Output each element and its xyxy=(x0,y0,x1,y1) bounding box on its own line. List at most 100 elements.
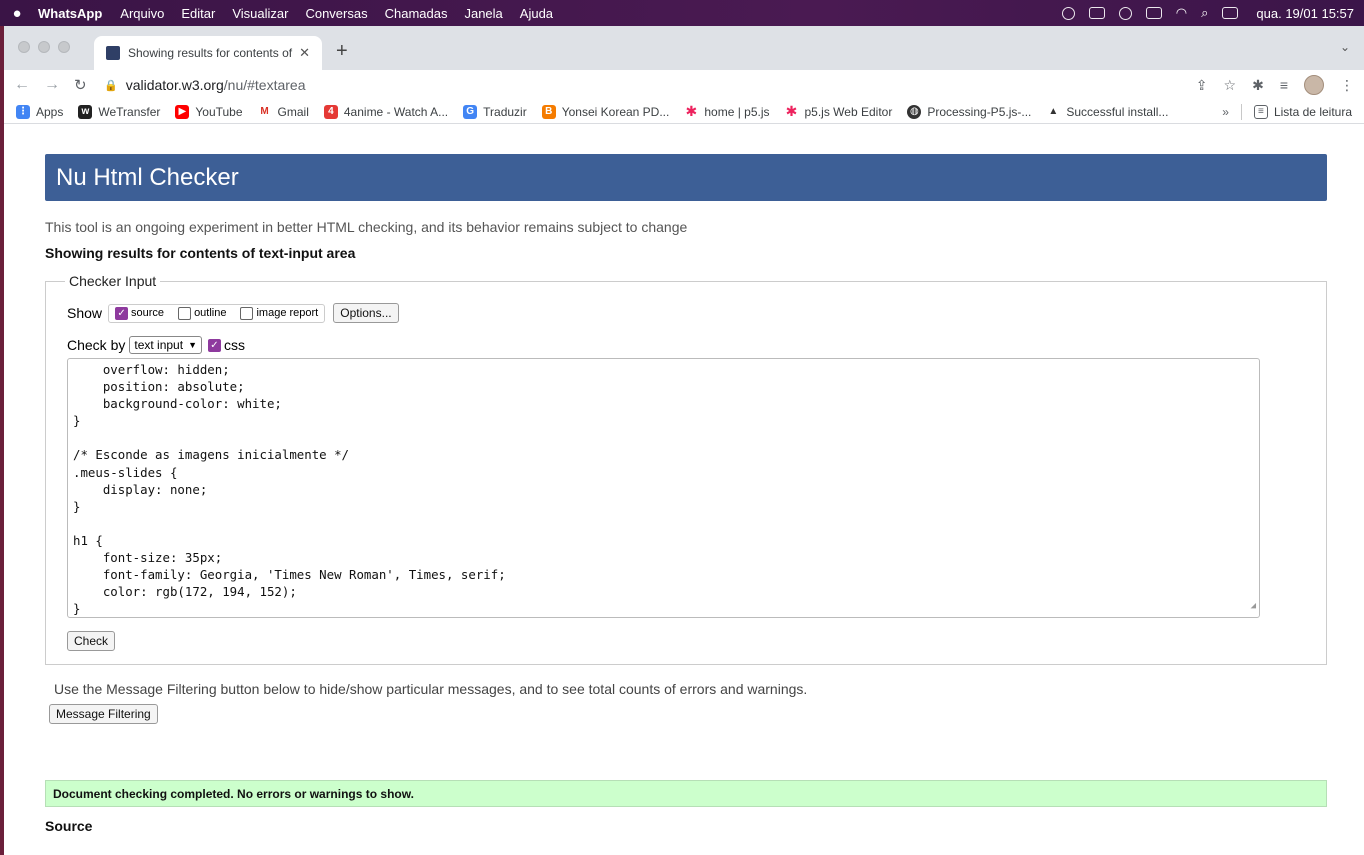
bookmarks-separator xyxy=(1240,103,1242,120)
reading-list-button[interactable]: ≡ Lista de leitura xyxy=(1253,104,1352,119)
apple-icon[interactable]: ● xyxy=(10,5,24,22)
bookmark-processing[interactable]: ◍ Processing-P5.js-... xyxy=(907,104,1032,119)
bookmark-label: YouTube xyxy=(195,104,243,119)
bookmark-label: Traduzir xyxy=(483,104,527,119)
url-host: validator.w3.org xyxy=(125,77,224,93)
wifi-icon[interactable]: ◠ xyxy=(1176,5,1187,21)
menu-editar[interactable]: Editar xyxy=(181,6,215,21)
checker-input-legend: Checker Input xyxy=(69,273,157,289)
results-heading: Showing results for contents of text-inp… xyxy=(45,245,356,261)
new-tab-icon[interactable]: + xyxy=(336,40,348,63)
check-by-label: Check by xyxy=(67,337,126,353)
status-app-icon[interactable] xyxy=(1061,6,1075,20)
page-title: Nu Html Checker xyxy=(45,154,1327,201)
menubar-clock[interactable]: qua. 19/01 15:57 xyxy=(1256,6,1354,21)
tab-strip: Showing results for contents of ✕ + ⌄ xyxy=(4,26,1364,70)
bookmark-label: p5.js Web Editor xyxy=(804,104,893,119)
bookmark-p5js-home[interactable]: ✱ home | p5.js xyxy=(684,103,770,119)
bookmark-traduzir[interactable]: G Traduzir xyxy=(463,104,527,119)
search-icon[interactable]: ⌕ xyxy=(1201,5,1208,21)
bookmark-yonsei[interactable]: B Yonsei Korean PD... xyxy=(541,104,670,119)
reading-mode-icon[interactable]: ≡ xyxy=(1280,77,1288,93)
bookmark-star-icon[interactable]: ☆ xyxy=(1224,77,1237,94)
code-textarea[interactable]: overflow: hidden; position: absolute; ba… xyxy=(67,358,1260,618)
checkbox-label: image report xyxy=(256,307,319,319)
arrow-logo-icon: ▲ xyxy=(1046,104,1061,119)
bookmarks-right: » ≡ Lista de leitura xyxy=(1222,103,1352,120)
reading-list-icon: ≡ xyxy=(1253,104,1268,119)
message-filtering-button[interactable]: Message Filtering xyxy=(49,704,158,724)
menu-visualizar[interactable]: Visualizar xyxy=(232,6,288,21)
menu-chamadas[interactable]: Chamadas xyxy=(385,6,448,21)
menu-ajuda[interactable]: Ajuda xyxy=(520,6,553,21)
menu-kebab-icon[interactable]: ⋮ xyxy=(1340,77,1354,94)
show-options-row: Show ✓ source outline image report Option… xyxy=(67,303,1305,323)
translate-icon: G xyxy=(463,104,478,119)
bookmarks-overflow-icon[interactable]: » xyxy=(1222,105,1229,119)
menu-janela[interactable]: Janela xyxy=(464,6,502,21)
check-by-value: text input xyxy=(134,338,184,352)
p5js-star-icon: ✱ xyxy=(684,103,699,119)
code-content: overflow: hidden; position: absolute; ba… xyxy=(73,362,506,617)
play-icon[interactable] xyxy=(1118,6,1132,20)
bookmark-gmail[interactable]: M Gmail xyxy=(257,104,309,119)
bookmark-youtube[interactable]: ▶ YouTube xyxy=(175,104,243,119)
bookmark-label: 4anime - Watch A... xyxy=(343,104,449,119)
show-label: Show xyxy=(67,305,103,321)
window-controls xyxy=(18,41,70,53)
bookmark-label: Yonsei Korean PD... xyxy=(561,104,670,119)
yonsei-icon: B xyxy=(541,104,556,119)
success-banner: Document checking completed. No errors o… xyxy=(45,780,1327,807)
minimize-window-button[interactable] xyxy=(38,41,50,53)
check-by-row: Check by text input ▼ ✓ css xyxy=(67,336,1305,354)
filter-instructions: Use the Message Filtering button below t… xyxy=(54,681,808,697)
close-tab-icon[interactable]: ✕ xyxy=(299,45,310,61)
source-heading: Source xyxy=(45,818,93,834)
w3c-favicon-icon xyxy=(106,46,120,60)
address-bar[interactable]: validator.w3.org/nu/#textarea xyxy=(126,77,306,93)
wetransfer-icon: w xyxy=(78,104,93,119)
control-center-icon[interactable] xyxy=(1222,7,1239,19)
back-icon[interactable]: ← xyxy=(14,76,30,94)
lock-icon[interactable]: 🔒 xyxy=(104,79,118,92)
bookmark-label: Apps xyxy=(36,104,64,119)
check-button[interactable]: Check xyxy=(67,631,116,651)
menu-app-name[interactable]: WhatsApp xyxy=(38,6,102,21)
tab-title: Showing results for contents of xyxy=(128,46,293,60)
url-path: /nu/#textarea xyxy=(223,77,306,93)
bookmark-successful-install[interactable]: ▲ Successful install... xyxy=(1046,104,1168,119)
bookmark-label: Processing-P5.js-... xyxy=(927,104,1032,119)
bookmark-wetransfer[interactable]: w WeTransfer xyxy=(78,104,161,119)
youtube-icon: ▶ xyxy=(175,104,190,119)
css-checkbox[interactable]: ✓ css xyxy=(207,337,245,353)
tab-active[interactable]: Showing results for contents of ✕ xyxy=(94,36,322,70)
resize-grip-icon[interactable]: ◢ xyxy=(1251,598,1256,615)
share-icon[interactable]: ⇪ xyxy=(1196,77,1208,94)
forward-icon[interactable]: → xyxy=(44,76,60,94)
bookmark-label: WeTransfer xyxy=(98,104,161,119)
outline-checkbox[interactable]: outline xyxy=(178,306,226,320)
menu-arquivo[interactable]: Arquivo xyxy=(120,6,164,21)
menu-conversas[interactable]: Conversas xyxy=(305,6,367,21)
check-by-select[interactable]: text input ▼ xyxy=(129,336,202,354)
extensions-icon[interactable]: ✱ xyxy=(1252,77,1264,94)
tab-search-chevron-icon[interactable]: ⌄ xyxy=(1340,40,1350,54)
show-options-group: ✓ source outline image report xyxy=(108,303,326,323)
globe-icon: ◍ xyxy=(907,104,922,119)
toolbar-actions: ⇪ ☆ ✱ ≡ ⋮ xyxy=(1196,75,1354,95)
bookmark-4anime[interactable]: 4 4anime - Watch A... xyxy=(323,104,449,119)
zoom-window-button[interactable] xyxy=(58,41,70,53)
status-extension-icon[interactable] xyxy=(1088,7,1105,19)
profile-avatar[interactable] xyxy=(1304,75,1324,95)
checkbox-box xyxy=(240,306,254,320)
image-report-checkbox[interactable]: image report xyxy=(240,306,319,320)
options-button[interactable]: Options... xyxy=(333,303,399,323)
source-checkbox[interactable]: ✓ source xyxy=(115,306,164,320)
reload-icon[interactable]: ↻ xyxy=(74,76,87,94)
bookmark-p5js-editor[interactable]: ✱ p5.js Web Editor xyxy=(784,103,893,119)
close-window-button[interactable] xyxy=(18,41,30,53)
bookmark-label: Gmail xyxy=(277,104,309,119)
battery-icon[interactable] xyxy=(1145,7,1162,19)
gmail-icon: M xyxy=(257,104,272,119)
bookmark-apps[interactable]: ⋮ Apps xyxy=(16,104,64,119)
